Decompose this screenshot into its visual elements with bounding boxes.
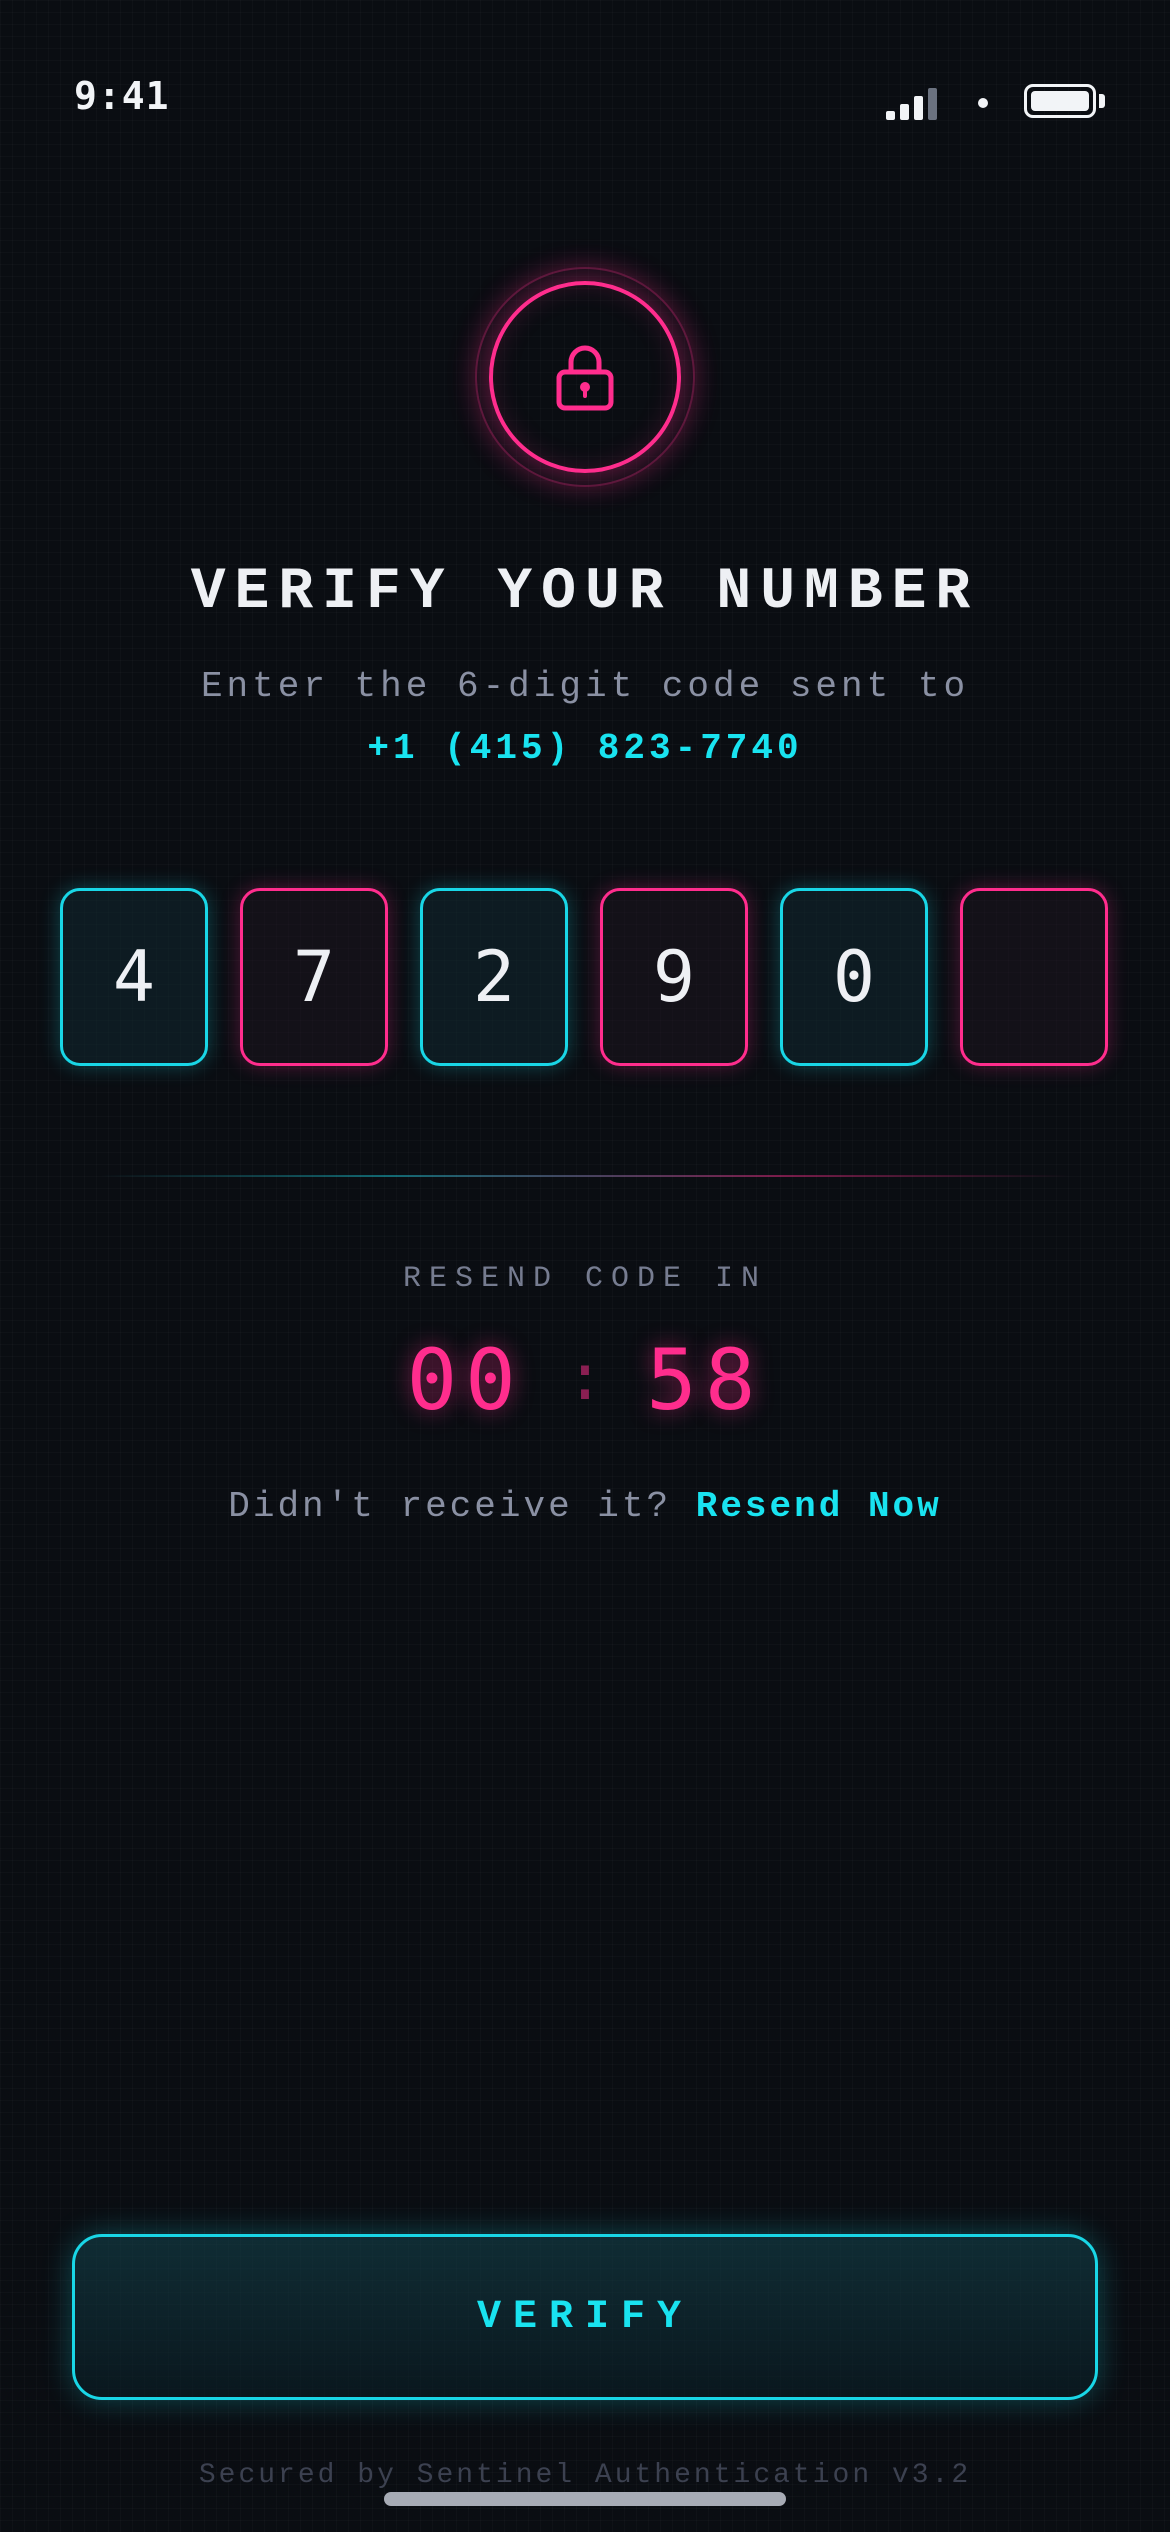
otp-digit-5[interactable]: 0 — [780, 888, 928, 1066]
resend-prompt-line: Didn't receive it? Resend Now — [0, 1486, 1170, 1527]
otp-input-row: 4 7 2 9 0 — [60, 888, 1110, 1066]
page-title: VERIFY YOUR NUMBER — [190, 560, 980, 625]
signal-icon — [886, 86, 940, 120]
resend-label: RESEND CODE IN — [402, 1262, 768, 1296]
timer-seconds: 58 — [646, 1331, 764, 1429]
otp-digit-6[interactable] — [960, 888, 1108, 1066]
otp-digit-3[interactable]: 2 — [420, 888, 568, 1066]
phone-number: +1 (415) 823-7740 — [367, 728, 803, 769]
resend-prompt: Didn't receive it? — [228, 1486, 672, 1527]
resend-now-link[interactable]: Resend Now — [696, 1486, 942, 1527]
battery-icon — [1024, 84, 1096, 118]
countdown-timer: 00 : 58 — [0, 1330, 1170, 1430]
battery-cap — [1099, 94, 1105, 108]
otp-digit-4[interactable]: 9 — [600, 888, 748, 1066]
status-time: 9:41 — [74, 74, 170, 118]
subtitle: Enter the 6-digit code sent to — [200, 666, 970, 707]
footer-text: Secured by Sentinel Authentication v3.2 — [198, 2460, 972, 2491]
divider — [100, 1175, 1070, 1177]
lock-emblem — [489, 281, 681, 473]
home-indicator[interactable] — [384, 2492, 786, 2506]
otp-digit-1[interactable]: 4 — [60, 888, 208, 1066]
verify-button[interactable]: VERIFY — [72, 2234, 1098, 2400]
timer-minutes: 00 — [406, 1331, 524, 1429]
timer-separator: : — [565, 1341, 605, 1415]
lock-icon — [556, 345, 614, 411]
otp-digit-2[interactable]: 7 — [240, 888, 388, 1066]
wifi-icon — [978, 98, 988, 108]
